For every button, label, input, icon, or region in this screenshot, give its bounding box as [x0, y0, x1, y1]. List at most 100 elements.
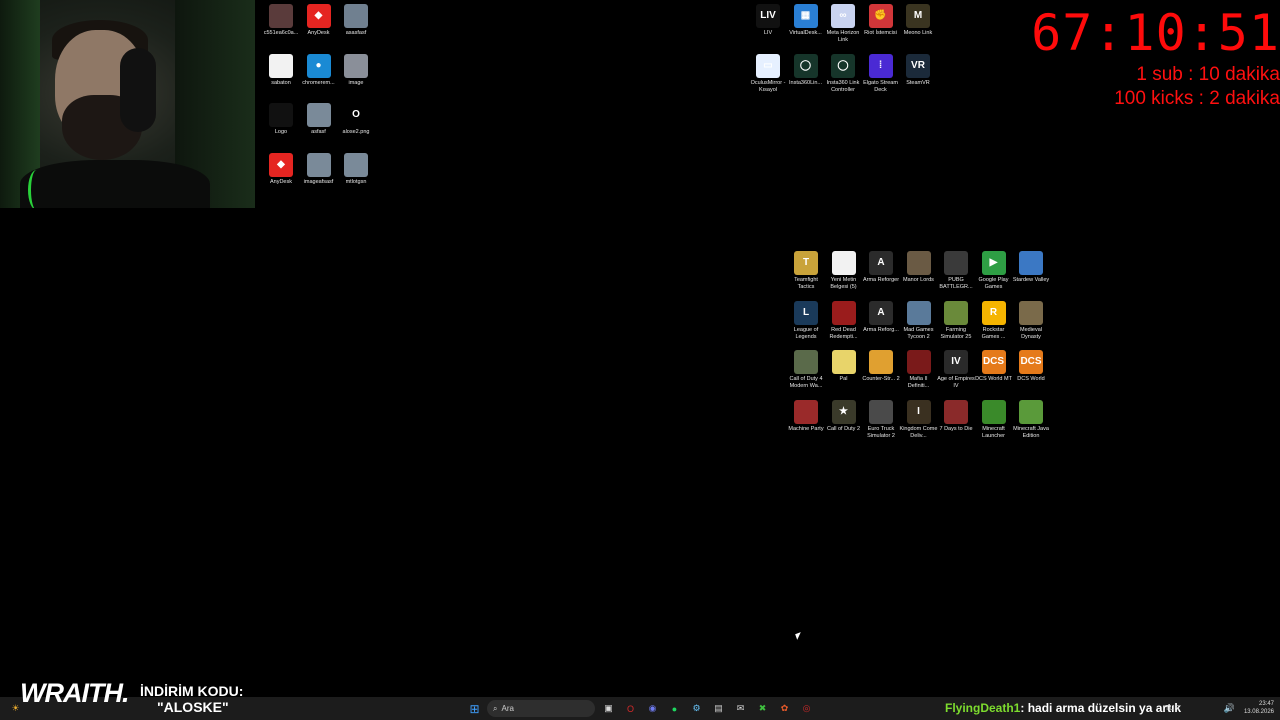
desktop-icon[interactable]: Logo: [261, 103, 301, 136]
desktop-icon[interactable]: DCS DCS World: [1011, 350, 1051, 383]
desktop-icon[interactable]: asasfasf: [336, 4, 376, 37]
desktop-icon-label: Minecraft Java Edition: [1013, 425, 1049, 439]
desktop-icon[interactable]: ◯ Insta360 Link Controller: [823, 54, 863, 94]
desktop-icon[interactable]: ● chromerem...: [299, 53, 339, 87]
sponsor-brand: WRAITH.: [20, 678, 129, 708]
task-view-icon[interactable]: ▣: [601, 701, 616, 716]
desktop-icon[interactable]: mtlotgsn: [336, 152, 376, 186]
kicks-rule: 100 kicks : 2 dakika: [1114, 88, 1280, 109]
desktop-icon[interactable]: Pal: [824, 350, 864, 383]
taskbar-search[interactable]: ⌕ Ara: [487, 700, 595, 717]
desktop-icon-label: Age of Empires IV: [937, 376, 975, 389]
start-button[interactable]: ⊞: [467, 701, 482, 716]
app-icon: [306, 103, 331, 127]
desktop-icon[interactable]: imageafsasf: [299, 152, 339, 186]
desktop-icon[interactable]: ⁞ Elgato Stream Deck: [861, 54, 901, 94]
promo-code: "ALOSKE": [157, 699, 229, 715]
desktop-icon[interactable]: ◆ AnyDesk: [299, 4, 339, 37]
desktop-icon[interactable]: image: [336, 53, 376, 87]
desktop-icon[interactable]: Oalose2.png: [336, 103, 376, 136]
desktop-icon[interactable]: VR SteamVR: [898, 54, 938, 87]
desktop-icon[interactable]: R Rockstar Games ...: [974, 300, 1014, 341]
desktop-icon[interactable]: DCS DCS World MT: [974, 350, 1014, 383]
desktop-icon[interactable]: Manor Lords: [899, 251, 939, 284]
desktop-icon[interactable]: A Arma Reforger: [861, 251, 901, 284]
desktop-icon[interactable]: ∞ Meta Horizon Link: [823, 4, 863, 44]
desktop-icon-label: AnyDesk: [269, 178, 292, 185]
spotify-icon[interactable]: ●: [667, 701, 682, 716]
desktop-icon-label: SteamVR: [906, 80, 930, 86]
desktop-icon[interactable]: PUBG BATTLEGR...: [936, 251, 976, 291]
app-icon: ★: [831, 399, 856, 424]
app-icon: L: [794, 300, 818, 325]
desktop-icon[interactable]: ◯ Insta360Lin...: [786, 54, 826, 87]
desktop-icon[interactable]: ✊ Riot İstemcisi: [861, 4, 901, 37]
desktop-icon[interactable]: sabaton: [261, 53, 301, 87]
chat-message: FlyingDeath1: hadi arma düzelsin ya artı…: [945, 701, 1181, 715]
desktop-icon-label: Rockstar Games ...: [981, 326, 1006, 340]
steam-icon[interactable]: ⚙: [689, 701, 704, 716]
desktop-icon[interactable]: Counter-Str... 2: [861, 350, 901, 383]
desktop-icon-label: Meono Link: [903, 30, 933, 36]
desktop-icon[interactable]: LIV LIV: [748, 4, 788, 37]
desktop-icon-label: Counter-Str... 2: [862, 376, 900, 382]
desktop-icon[interactable]: c551ea6c0a...: [261, 4, 301, 37]
desktop-icon[interactable]: Mafia II Definiti...: [899, 350, 939, 390]
app-icon: IV: [944, 350, 968, 374]
app-icon: LIV: [756, 4, 780, 28]
desktop-icon[interactable]: Yeni Metin Belgesi (5): [824, 251, 864, 291]
app-icon: ◯: [831, 54, 855, 78]
desktop-icon[interactable]: Minecraft Launcher: [974, 399, 1014, 440]
desktop-icon[interactable]: M Meono Link: [898, 4, 938, 37]
chrome-icon[interactable]: ◎: [799, 701, 814, 716]
app-icon: ◆: [306, 4, 331, 28]
desktop-icon[interactable]: T Teamfight Tactics: [786, 251, 826, 291]
desktop-icon[interactable]: ▭ OculusMirror - Kısayol: [748, 54, 788, 94]
app-icon: [1019, 399, 1043, 424]
desktop-icon[interactable]: I Kingdom Come Deliv...: [899, 399, 939, 440]
opera-icon[interactable]: O: [623, 701, 638, 716]
xbox-icon[interactable]: ✖: [755, 701, 770, 716]
desktop-icon[interactable]: L League of Legends: [786, 300, 826, 341]
language-indicator[interactable]: TUR: [1165, 701, 1179, 716]
sub-rule: 1 sub : 10 dakika: [1136, 64, 1280, 85]
app-icon[interactable]: ▤: [711, 701, 726, 716]
desktop-icon[interactable]: Farming Simulator 25: [936, 300, 976, 341]
taskbar-clock[interactable]: 23:47 13.08.2026: [1244, 700, 1274, 716]
app-icon: T: [794, 251, 818, 275]
desktop-icon[interactable]: Euro Truck Simulator 2: [861, 399, 901, 440]
desktop-icon[interactable]: Minecraft Java Edition: [1011, 399, 1051, 440]
desktop-icon-label: mtlotgsn: [345, 178, 367, 185]
desktop-icon-label: Teamfight Tactics: [794, 277, 818, 290]
desktop-icon[interactable]: Red Dead Redempti...: [824, 300, 864, 341]
desktop-icon[interactable]: Medieval Dynasty: [1011, 300, 1051, 341]
discord-icon[interactable]: ◉: [645, 701, 660, 716]
desktop-icon[interactable]: asfasf: [299, 103, 339, 136]
desktop-icon-label: asfasf: [311, 129, 326, 135]
desktop-icon[interactable]: IV Age of Empires IV: [936, 350, 976, 390]
desktop-icon-label: League of Legends: [793, 326, 819, 340]
desktop-icon[interactable]: ▶ Google Play Games: [974, 251, 1014, 291]
desktop-icon[interactable]: 7 Days to Die: [936, 399, 976, 433]
volume-icon[interactable]: 🔊: [1222, 701, 1237, 716]
app-icon: [794, 350, 818, 374]
desktop-icon-label: image: [348, 79, 364, 86]
app-icon: [306, 152, 331, 177]
desktop-icon-label: Minecraft Launcher: [982, 425, 1005, 439]
desktop-icon-label: VirtualDesk...: [789, 30, 822, 36]
desktop-icon-label: Call of Duty 2: [826, 425, 860, 432]
desktop-icon[interactable]: ▦ VirtualDesk...: [786, 4, 826, 37]
copilot-icon[interactable]: ✿: [777, 701, 792, 716]
desktop-icon[interactable]: ◆ AnyDesk: [261, 152, 301, 186]
desktop-icon[interactable]: Machine Party: [786, 399, 826, 433]
mail-icon[interactable]: ✉: [733, 701, 748, 716]
app-icon: [1019, 251, 1043, 275]
desktop-icon[interactable]: ★ Call of Duty 2: [824, 399, 864, 433]
app-icon: ▭: [756, 54, 780, 78]
app-icon: ⁞: [868, 54, 893, 78]
search-icon: ⌕: [493, 703, 498, 713]
desktop-icon[interactable]: Mad Games Tycoon 2: [899, 300, 939, 341]
desktop-icon[interactable]: A Arma Reforg...: [861, 300, 901, 334]
desktop-icon[interactable]: Stardew Valley: [1011, 251, 1051, 284]
desktop-icon[interactable]: Call of Duty 4 Modern Wa...: [786, 350, 826, 390]
